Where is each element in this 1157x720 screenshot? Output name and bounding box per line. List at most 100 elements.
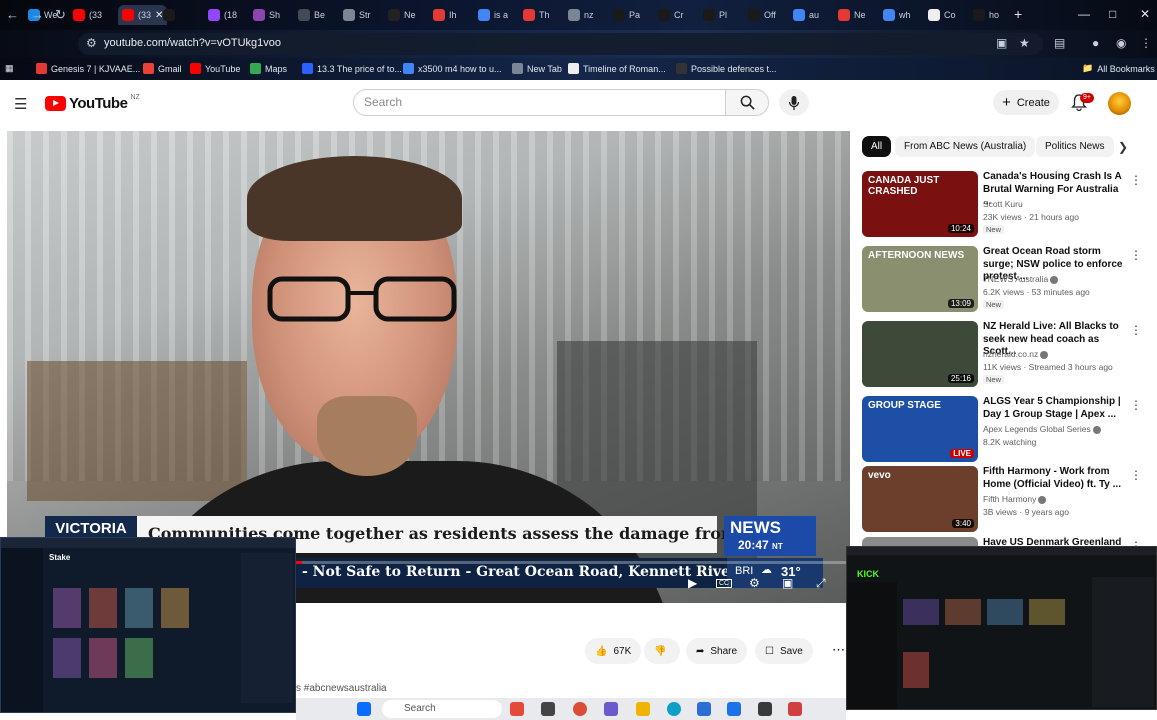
more-actions-icon[interactable]: ⋯ <box>832 642 845 658</box>
create-button[interactable]: + Create <box>993 90 1059 115</box>
channel-name[interactable]: 7NEWS Australia <box>983 274 1059 284</box>
browser-tab[interactable]: is a <box>478 5 508 25</box>
stake-app-window[interactable]: Stake <box>0 537 296 713</box>
game-tile[interactable] <box>125 638 153 678</box>
terminal-icon[interactable] <box>758 702 772 716</box>
filter-chip[interactable]: Politics News <box>1036 136 1114 157</box>
browser-tab[interactable]: ho <box>973 5 999 25</box>
profile-avatar-icon[interactable]: ◉ <box>1116 36 1126 50</box>
kick-app-window[interactable]: KICK <box>846 546 1157 710</box>
stream-tile[interactable] <box>945 599 981 625</box>
menu-kebab-icon[interactable]: ⋮ <box>1140 36 1152 50</box>
video-title[interactable]: Fifth Harmony - Work from Home (Official… <box>983 466 1127 491</box>
all-bookmarks-link[interactable]: 📁 All Bookmarks <box>1082 63 1155 74</box>
profile-icon[interactable]: ● <box>1092 36 1099 50</box>
browser-tab[interactable]: wh <box>883 5 911 25</box>
browser-tab[interactable]: (33 <box>73 5 102 25</box>
video-thumbnail[interactable]: GROUP STAGE LIVE <box>862 396 978 462</box>
forward-icon[interactable]: → <box>31 7 44 22</box>
settings-gear-icon[interactable]: ⚙ <box>749 576 760 590</box>
browser-tab[interactable]: Str <box>343 5 371 25</box>
video-thumbnail[interactable]: AFTERNOON NEWS 13:09 <box>862 246 978 312</box>
video-hashtags[interactable]: s #abcnewsaustralia <box>296 683 387 694</box>
video-title[interactable]: ALGS Year 5 Championship | Day 1 Group S… <box>983 396 1127 421</box>
file-explorer-icon[interactable] <box>636 702 650 716</box>
voice-search-button[interactable] <box>779 89 809 116</box>
channel-name[interactable]: Apex Legends Global Series <box>983 424 1101 434</box>
bookmark-item[interactable]: Genesis 7 | KJVAAE... <box>36 63 140 74</box>
browser-tab[interactable]: Ne <box>838 5 866 25</box>
channel-name[interactable]: Scott Kuru <box>983 199 1023 209</box>
more-options-icon[interactable]: ⋮ <box>1130 248 1142 262</box>
chrome-icon[interactable] <box>573 702 587 716</box>
browser-tab[interactable]: Co <box>928 5 956 25</box>
dislike-button[interactable]: 👎 <box>644 638 680 664</box>
recommended-video[interactable]: CANADA JUST CRASHED 10:24 Canada's Housing… <box>862 171 1147 239</box>
more-options-icon[interactable]: ⋮ <box>1130 468 1142 482</box>
more-options-icon[interactable]: ⋮ <box>1130 398 1142 412</box>
recommended-video[interactable]: 25:16 NZ Herald Live: All Blacks to seek … <box>862 321 1147 389</box>
apps-grid-icon[interactable]: ▦ <box>5 63 14 74</box>
browser-tab[interactable]: (33 ✕ <box>118 5 168 25</box>
back-icon[interactable]: ← <box>6 7 19 22</box>
bookmark-item[interactable]: Timeline of Roman... <box>568 63 666 74</box>
game-tile[interactable] <box>53 638 81 678</box>
mail-icon[interactable] <box>697 702 711 716</box>
minimize-icon[interactable]: — <box>1078 7 1090 21</box>
browser-tab[interactable]: Cr <box>658 5 684 25</box>
filter-chip[interactable]: All <box>862 136 892 157</box>
category-tile[interactable] <box>903 652 929 688</box>
browser-tab[interactable]: Be <box>298 5 325 25</box>
browser-tab[interactable]: Pl <box>703 5 727 25</box>
more-options-icon[interactable]: ⋮ <box>1130 323 1142 337</box>
extensions-icon[interactable]: ▤ <box>1054 36 1065 50</box>
recommended-video[interactable]: GROUP STAGE LIVE ALGS Year 5 Championship … <box>862 396 1147 464</box>
copilot-icon[interactable] <box>604 702 618 716</box>
stream-tile[interactable] <box>987 599 1023 625</box>
stream-tile[interactable] <box>903 599 939 625</box>
browser-tab[interactable]: Pa <box>613 5 640 25</box>
maximize-icon[interactable]: □ <box>1109 7 1116 21</box>
close-window-icon[interactable]: ✕ <box>1140 7 1150 21</box>
browser-tab[interactable]: (18 <box>208 5 237 25</box>
bookmark-item[interactable]: x3500 m4 how to u... <box>403 63 502 74</box>
site-info-icon[interactable]: ⚙ <box>86 36 97 50</box>
game-tile[interactable] <box>161 588 189 628</box>
bookmark-item[interactable]: YouTube <box>190 63 240 74</box>
browser-tab[interactable]: Ne <box>388 5 416 25</box>
bookmark-item[interactable]: Gmail <box>143 63 182 74</box>
search-input[interactable]: Search <box>353 89 726 116</box>
channel-name[interactable]: Fifth Harmony <box>983 494 1047 504</box>
account-avatar[interactable] <box>1108 92 1131 115</box>
hamburger-menu-icon[interactable]: ☰ <box>14 95 27 113</box>
game-tile[interactable] <box>125 588 153 628</box>
browser-tab[interactable]: nz <box>568 5 594 25</box>
recommended-video[interactable]: vevo 3:40 Fifth Harmony - Work from Home (… <box>862 466 1147 534</box>
url-text[interactable]: youtube.com/watch?v=vOTUkg1voo <box>104 37 281 49</box>
browser-tab[interactable]: Th <box>523 5 550 25</box>
stream-tile[interactable] <box>1029 599 1065 625</box>
captions-icon[interactable]: CC <box>716 579 733 588</box>
youtube-logo[interactable]: YouTube NZ <box>45 94 140 112</box>
bookmark-item[interactable]: 13.3 The price of to... <box>302 63 402 74</box>
taskbar-search[interactable]: Search <box>382 700 502 718</box>
browser-tab[interactable]: Off <box>748 5 776 25</box>
bookmark-item[interactable]: Maps <box>250 63 287 74</box>
video-thumbnail[interactable]: CANADA JUST CRASHED 10:24 <box>862 171 978 237</box>
filter-chip[interactable]: From ABC News (Australia) <box>895 136 1036 157</box>
bookmark-item[interactable]: New Tab <box>512 63 562 74</box>
bookmark-star-icon[interactable]: ★ <box>1019 36 1030 50</box>
miniplayer-icon[interactable]: ▣ <box>782 576 793 590</box>
browser-tab[interactable] <box>163 5 179 25</box>
browser-tab[interactable]: Ih <box>433 5 457 25</box>
save-button[interactable]: ☐ Save <box>755 638 813 664</box>
calculator-icon[interactable] <box>727 702 741 716</box>
video-thumbnail[interactable]: 25:16 <box>862 321 978 387</box>
recommended-video[interactable]: AFTERNOON NEWS 13:09 Great Ocean Road stor… <box>862 246 1147 314</box>
channel-name[interactable]: nzherald.co.nz <box>983 349 1049 359</box>
edge-icon[interactable] <box>667 702 681 716</box>
share-button[interactable]: ➦ Share <box>686 638 748 664</box>
like-button[interactable]: 👍 67K <box>585 638 642 664</box>
windows-start-icon[interactable] <box>357 702 371 716</box>
taskbar-app-icon[interactable] <box>510 702 524 716</box>
